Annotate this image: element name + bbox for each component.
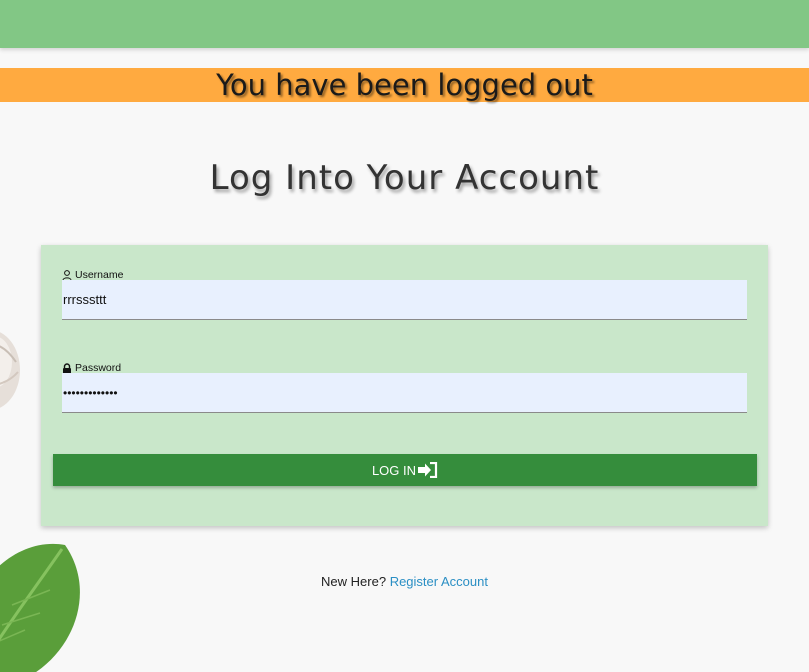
garlic-decoration-image — [0, 332, 20, 408]
new-here-text: New Here? — [321, 574, 387, 589]
spinach-leaf-decoration-image — [0, 543, 80, 672]
logout-alert-banner: You have been logged out — [0, 68, 809, 102]
username-input[interactable] — [62, 280, 747, 320]
register-prompt: New Here? Register Account — [0, 574, 809, 589]
lock-icon — [63, 362, 71, 374]
page-title: Log Into Your Account — [209, 158, 600, 198]
top-nav-bar — [0, 0, 809, 48]
password-input[interactable] — [62, 373, 747, 413]
login-form-card: Username Password LOG IN — [41, 245, 768, 526]
user-icon — [62, 269, 72, 281]
alert-message: You have been logged out — [216, 68, 593, 102]
login-page: You have been logged out Log Into Your A… — [0, 0, 809, 672]
login-button[interactable]: LOG IN — [53, 454, 757, 486]
sign-in-icon — [418, 462, 438, 478]
login-button-label: LOG IN — [371, 462, 417, 478]
register-account-link[interactable]: Register Account — [390, 574, 488, 589]
